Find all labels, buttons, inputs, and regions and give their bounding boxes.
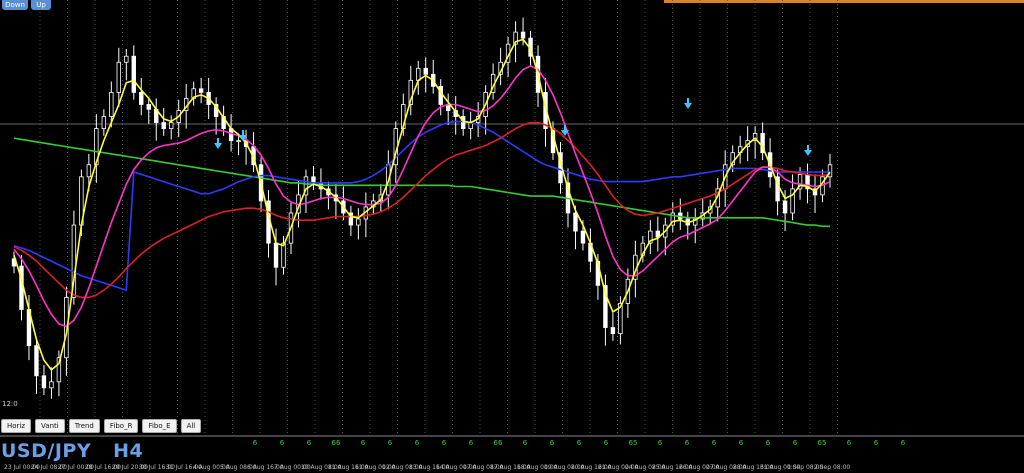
candle-body [146,104,151,110]
candle-body [356,218,361,226]
ma-blue-line [13,120,830,292]
candle-body [139,92,144,105]
candle-body [580,230,586,244]
period-count-label: 65 [818,439,827,447]
period-count-label: 6 [604,439,609,447]
period-count-label: 6 [523,439,528,447]
period-count-label: 6 [712,439,717,447]
candle-body [161,122,166,129]
signal-arrow-icon [804,145,812,156]
period-count-label: 6 [766,439,771,447]
signal-arrow-icon [214,138,222,149]
period-count-label: 65 [629,439,638,447]
symbol-label: USD/JPY H4 [1,440,143,462]
symbol-name: USD/JPY [1,440,92,462]
vanti-button[interactable]: Vanti [35,419,65,433]
period-count-label: 6 [577,439,582,447]
period-count-label: 6 [442,439,447,447]
period-count-label: 6 [901,439,906,447]
period-count-label: 66 [332,439,341,447]
candle-body [460,116,466,129]
time-axis-label: 2 Sep 08:00 [814,464,850,471]
period-count-label: 6 [793,439,798,447]
candle-body [116,61,122,93]
timeframe-label: H4 [113,440,144,462]
ma-red-line [13,121,831,299]
period-count-label: 66 [494,439,503,447]
candle-body [416,67,421,81]
period-count-label: 6 [847,439,852,447]
candle-body [281,242,286,268]
candle-body [169,122,174,129]
horiz-button[interactable]: Horiz [1,419,32,433]
period-count-label: 6 [658,439,663,447]
candle-body [423,67,428,75]
candle-body [520,31,526,39]
period-count-label: 6 [361,439,366,447]
candle-body [49,381,54,389]
ma-long-line [13,137,830,228]
fibo-e-button[interactable]: Fibo_E [142,419,177,433]
candle-body [573,212,578,232]
period-count-label: 6 [280,439,285,447]
period-count-label: 6 [550,439,555,447]
candle-body [41,375,47,389]
period-count-label: 6 [307,439,312,447]
period-count-label: 6 [739,439,744,447]
candle-body [198,88,204,93]
candle-body [236,140,241,143]
period-count-label: 6 [469,439,474,447]
fibo-r-button[interactable]: Fibo_R [103,419,139,433]
all-button[interactable]: All [180,419,202,433]
price-chart[interactable]: 6 6 6 66 6 6 6 6 6 66 6 6 6 6 65 6 6 6 6 6 6 65 6 6 623 Jul 00:0… [0,0,1024,473]
down-button[interactable]: Down [2,0,28,10]
candle-body [610,327,616,334]
signal-arrow-icon [684,98,692,109]
candle-body [782,200,788,214]
candle-body [273,242,279,268]
candle-body [109,92,114,117]
candle-body [124,55,129,63]
period-count-label: 6 [685,439,690,447]
up-button[interactable]: Up [31,0,51,10]
candle-body [131,55,136,93]
period-count-label: 6 [253,439,258,447]
period-count-label: 6 [415,439,420,447]
period-count-label: 6 [874,439,879,447]
candle-body [101,116,107,129]
candle-body [86,164,92,178]
ma-fast-line [13,38,831,371]
candle-body [34,345,39,377]
period-count-label: 6 [388,439,393,447]
scale-label: 12:0 [2,400,18,408]
trend-button[interactable]: Trend [68,419,100,433]
drawing-toolbar: Horiz Vanti Trend Fibo_R Fibo_E All [0,419,202,433]
